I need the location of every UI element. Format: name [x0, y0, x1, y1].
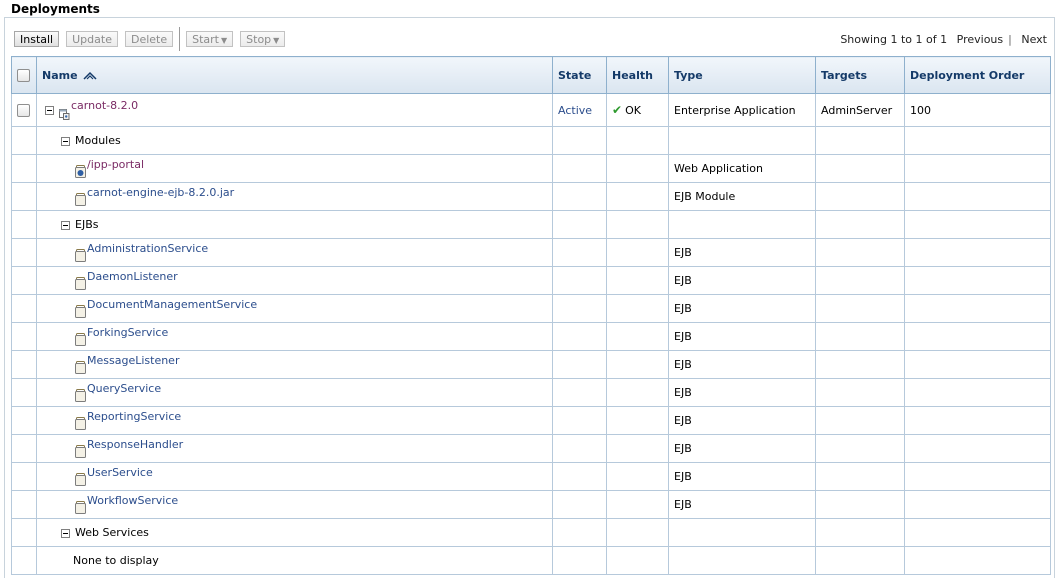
- delete-button[interactable]: Delete: [124, 31, 174, 47]
- module-link[interactable]: /ipp-portal: [87, 158, 144, 171]
- ejb-link[interactable]: QueryService: [87, 382, 161, 395]
- column-header-type[interactable]: Type: [668, 56, 816, 94]
- table-row: MessageListener EJB: [11, 350, 1051, 379]
- collapse-toggle-icon[interactable]: [61, 136, 70, 146]
- jar-icon: [75, 193, 86, 207]
- table-row: AdministrationService EJB: [11, 238, 1051, 267]
- type-cell: EJB Module: [668, 182, 816, 211]
- ejb-link[interactable]: DaemonListener: [87, 270, 178, 283]
- group-row-web-services: Web Services: [11, 518, 1051, 547]
- pagination-separator: |: [1008, 33, 1012, 46]
- table-row: carnot-engine-ejb-8.2.0.jar EJB Module: [11, 182, 1051, 211]
- select-all-header: [11, 56, 37, 94]
- type-cell: Enterprise Application: [668, 93, 816, 127]
- toolbar-divider: [179, 27, 181, 51]
- table-row: QueryService EJB: [11, 378, 1051, 407]
- type-cell: EJB: [668, 462, 816, 491]
- collapse-toggle-icon[interactable]: [61, 528, 70, 538]
- page-title: Deployments: [11, 2, 100, 16]
- column-header-health[interactable]: Health: [606, 56, 669, 94]
- table-row: ForkingService EJB: [11, 322, 1051, 351]
- empty-row: None to display: [11, 546, 1051, 575]
- empty-message: None to display: [36, 546, 553, 575]
- table-row: UserService EJB: [11, 462, 1051, 491]
- group-label-modules: Modules: [75, 134, 121, 147]
- table-row: ResponseHandler EJB: [11, 434, 1051, 463]
- start-button[interactable]: Start ▼: [186, 31, 234, 47]
- next-link[interactable]: Next: [1021, 33, 1047, 46]
- state-cell: Active: [552, 93, 607, 127]
- module-link[interactable]: carnot-engine-ejb-8.2.0.jar: [87, 186, 234, 199]
- ejb-icon: [75, 501, 86, 515]
- collapse-toggle-icon[interactable]: [61, 220, 70, 230]
- deployments-table: Name State Health Type Targets Deploymen…: [11, 56, 1051, 575]
- group-label-web-services: Web Services: [75, 526, 149, 539]
- stop-label: Stop: [246, 33, 272, 46]
- web-module-icon: [75, 165, 86, 179]
- group-label-ejbs: EJBs: [75, 218, 99, 231]
- row-checkbox[interactable]: [17, 103, 30, 117]
- deployment-order-cell: 100: [904, 93, 1051, 127]
- table-row: DocumentManagementService EJB: [11, 294, 1051, 323]
- ejb-link[interactable]: WorkflowService: [87, 494, 178, 507]
- ejb-link[interactable]: ReportingService: [87, 410, 181, 423]
- column-header-deployment-order[interactable]: Deployment Order: [904, 56, 1051, 94]
- application-icon: [59, 108, 70, 120]
- ejb-icon: [75, 389, 86, 403]
- group-row-ejbs: EJBs: [11, 210, 1051, 239]
- ejb-icon: [75, 249, 86, 263]
- column-header-name[interactable]: Name: [36, 56, 553, 94]
- stop-button[interactable]: Stop ▼: [240, 31, 286, 47]
- ejb-link[interactable]: UserService: [87, 466, 153, 479]
- start-label: Start: [192, 33, 219, 46]
- type-cell: EJB: [668, 322, 816, 351]
- table-row: ReportingService EJB: [11, 406, 1051, 435]
- table-row: WorkflowService EJB: [11, 490, 1051, 519]
- ejb-icon: [75, 277, 86, 291]
- pagination-status: Showing 1 to 1 of 1: [840, 33, 948, 46]
- ejb-link[interactable]: ForkingService: [87, 326, 168, 339]
- type-cell: EJB: [668, 350, 816, 379]
- update-button[interactable]: Update: [66, 31, 118, 47]
- ejb-icon: [75, 361, 86, 375]
- sort-ascending-icon[interactable]: [83, 71, 97, 80]
- pagination: Showing 1 to 1 of 1 Previous | Next: [834, 33, 1047, 46]
- collapse-toggle-icon[interactable]: [45, 105, 54, 115]
- table-header-row: Name State Health Type Targets Deploymen…: [11, 56, 1051, 94]
- ejb-icon: [75, 445, 86, 459]
- type-cell: EJB: [668, 434, 816, 463]
- check-icon: ✔: [612, 103, 623, 117]
- health-cell: ✔ OK: [606, 93, 669, 127]
- type-cell: EJB: [668, 238, 816, 267]
- previous-link[interactable]: Previous: [957, 33, 1004, 46]
- install-button[interactable]: Install: [14, 31, 60, 47]
- type-cell: EJB: [668, 490, 816, 519]
- ejb-icon: [75, 417, 86, 431]
- type-cell: EJB: [668, 378, 816, 407]
- ejb-link[interactable]: MessageListener: [87, 354, 179, 367]
- table-row: /ipp-portal Web Application: [11, 154, 1051, 183]
- select-all-checkbox[interactable]: [17, 68, 30, 82]
- ejb-link[interactable]: ResponseHandler: [87, 438, 183, 451]
- table-row: DaemonListener EJB: [11, 266, 1051, 295]
- table-row: carnot-8.2.0 Active ✔ OK Enterprise Appli…: [11, 93, 1051, 127]
- toolbar: Install Update Delete Start ▼ Stop ▼: [14, 27, 292, 51]
- ejb-icon: [75, 333, 86, 347]
- chevron-down-icon: ▼: [221, 36, 228, 45]
- type-cell: EJB: [668, 266, 816, 295]
- ejb-link[interactable]: AdministrationService: [87, 242, 208, 255]
- ejb-icon: [75, 305, 86, 319]
- type-cell: EJB: [668, 294, 816, 323]
- chevron-down-icon: ▼: [273, 36, 280, 45]
- ejb-link[interactable]: DocumentManagementService: [87, 298, 257, 311]
- ejb-icon: [75, 473, 86, 487]
- group-row-modules: Modules: [11, 126, 1051, 155]
- deployment-link[interactable]: carnot-8.2.0: [71, 99, 138, 112]
- type-cell: Web Application: [668, 154, 816, 183]
- type-cell: EJB: [668, 406, 816, 435]
- targets-cell: AdminServer: [815, 93, 905, 127]
- column-header-targets[interactable]: Targets: [815, 56, 905, 94]
- column-header-state[interactable]: State: [552, 56, 607, 94]
